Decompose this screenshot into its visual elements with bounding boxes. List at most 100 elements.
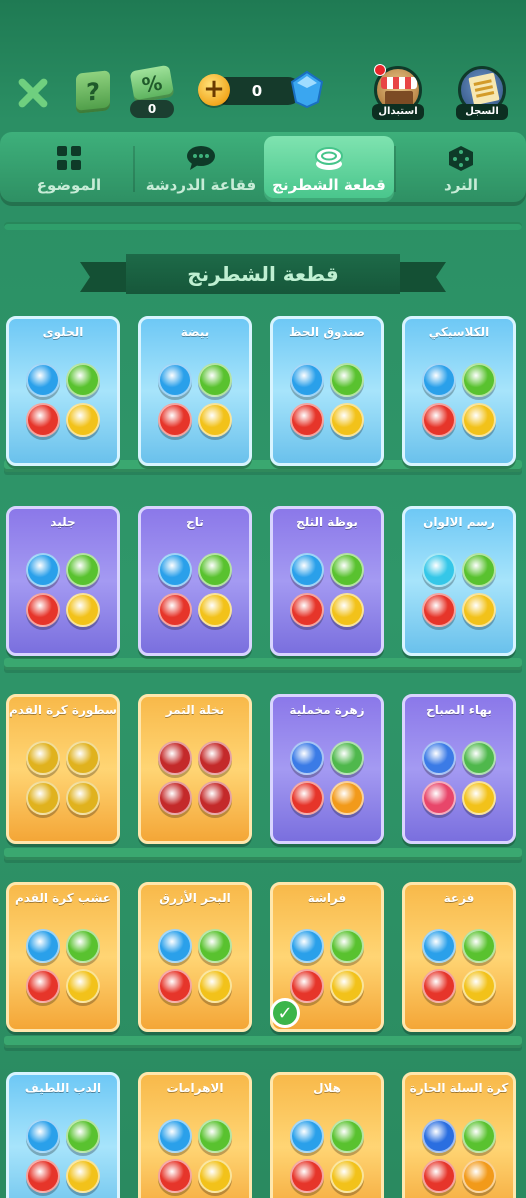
piece-card-chest[interactable]: صندوق الحظ — [270, 316, 384, 466]
piece-preview — [422, 363, 502, 443]
tab-chess-piece[interactable]: قطعة الشطرنج — [264, 136, 394, 202]
chest-piece-icon — [290, 403, 324, 437]
piece-card-paint[interactable]: رسم الالوان — [402, 506, 516, 656]
piece-card-ball[interactable]: عشب كرة القدم — [6, 882, 120, 1032]
piece-preview — [422, 741, 502, 821]
piece-card-flower[interactable]: بهاء الصباح — [402, 694, 516, 844]
discount-button[interactable]: % 0 — [128, 64, 175, 122]
basketball-piece-icon — [422, 1159, 456, 1193]
butterfly-piece-icon — [330, 929, 364, 963]
card-title: تاج — [186, 515, 204, 529]
crescent-piece-icon — [290, 1119, 324, 1153]
help-button[interactable]: ? — [76, 70, 110, 114]
piece-card-trophy[interactable]: أسطورة كرة القدم — [6, 694, 120, 844]
candy-piece-icon — [66, 403, 100, 437]
add-currency-button[interactable]: + — [198, 74, 230, 106]
ball-piece-icon — [66, 929, 100, 963]
piece-card-star[interactable]: البحر الأزرق — [138, 882, 252, 1032]
candy-piece-icon — [26, 363, 60, 397]
piece-card-ring[interactable]: فزعة — [402, 882, 516, 1032]
dice-icon — [446, 144, 476, 172]
rose-piece-icon — [330, 781, 364, 815]
card-title: بوظة الثلج — [296, 515, 358, 529]
butterfly-piece-icon — [290, 929, 324, 963]
piece-card-bear[interactable]: الدب اللطيف — [6, 1072, 120, 1198]
piece-preview — [26, 929, 106, 1009]
basketball-piece-icon — [462, 1119, 496, 1153]
chest-piece-icon — [290, 363, 324, 397]
tab-theme[interactable]: الموضوع — [4, 136, 134, 202]
piece-preview — [26, 741, 106, 821]
card-title: الكلاسيكي — [428, 325, 490, 339]
question-icon: ? — [86, 77, 100, 107]
redeem-store-button[interactable]: استبدال — [372, 64, 424, 120]
date-piece-icon — [158, 781, 192, 815]
card-title: بهاء الصباح — [426, 703, 492, 717]
paint-piece-icon — [462, 553, 496, 587]
piece-preview — [290, 741, 370, 821]
egg-piece-icon — [198, 403, 232, 437]
card-title: زهرة مخملية — [289, 703, 365, 717]
crown-piece-icon — [198, 553, 232, 587]
tab-dice[interactable]: النرد — [396, 136, 526, 202]
classic-piece-icon — [462, 403, 496, 437]
classic-piece-icon — [462, 363, 496, 397]
theme-icon — [54, 144, 84, 172]
classic-piece-icon — [422, 363, 456, 397]
piece-preview — [422, 553, 502, 633]
record-label: السجل — [456, 104, 508, 120]
card-title: الاهرامات — [166, 1081, 224, 1095]
piece-card-crown[interactable]: تاج — [138, 506, 252, 656]
piece-preview — [158, 363, 238, 443]
piece-preview — [290, 363, 370, 443]
piece-preview — [26, 553, 106, 633]
piece-preview — [290, 929, 370, 1009]
card-title: نخلة التمر — [165, 703, 225, 717]
card-title: فزعة — [443, 891, 475, 905]
piece-card-classic[interactable]: الكلاسيكي — [402, 316, 516, 466]
star-piece-icon — [158, 929, 192, 963]
piece-card-snowman[interactable]: جليد — [6, 506, 120, 656]
chess-piece-icon — [314, 144, 344, 172]
tab-chat-bubble[interactable]: فقاعة الدردشة — [136, 136, 266, 202]
record-button[interactable]: السجل — [456, 64, 508, 120]
bear-piece-icon — [26, 1159, 60, 1193]
icecream-piece-icon — [290, 593, 324, 627]
card-title: جليد — [50, 515, 76, 529]
close-icon — [18, 78, 48, 108]
snowman-piece-icon — [26, 593, 60, 627]
ring-piece-icon — [422, 969, 456, 1003]
paint-piece-icon — [422, 553, 456, 587]
rose-piece-icon — [330, 741, 364, 775]
piece-preview — [158, 741, 238, 821]
trophy-piece-icon — [66, 781, 100, 815]
piece-card-basketball[interactable]: كرة السلة الحارة — [402, 1072, 516, 1198]
card-title: كرة السلة الحارة — [409, 1081, 509, 1095]
card-title: البحر الأزرق — [159, 891, 231, 905]
piece-preview — [422, 929, 502, 1009]
section-banner: قطعة الشطرنج — [80, 252, 446, 296]
piece-preview — [158, 1119, 238, 1198]
candy-piece-icon — [26, 403, 60, 437]
flower-piece-icon — [462, 741, 496, 775]
piece-card-egg[interactable]: بيضة — [138, 316, 252, 466]
piece-card-rose[interactable]: زهرة مخملية — [270, 694, 384, 844]
ring-piece-icon — [422, 929, 456, 963]
card-title: عشب كرة القدم — [15, 891, 111, 905]
piece-card-crescent[interactable]: هلال — [270, 1072, 384, 1198]
crown-piece-icon — [158, 593, 192, 627]
piece-card-pyramid[interactable]: الاهرامات — [138, 1072, 252, 1198]
icecream-piece-icon — [290, 553, 324, 587]
piece-card-icecream[interactable]: بوظة الثلج — [270, 506, 384, 656]
snowman-piece-icon — [66, 553, 100, 587]
paint-piece-icon — [422, 593, 456, 627]
egg-piece-icon — [198, 363, 232, 397]
star-piece-icon — [158, 969, 192, 1003]
piece-card-candy[interactable]: الحلوى — [6, 316, 120, 466]
close-button[interactable] — [14, 74, 52, 112]
piece-card-date[interactable]: نخلة التمر — [138, 694, 252, 844]
gem-icon — [290, 70, 324, 108]
pyramid-piece-icon — [198, 1159, 232, 1193]
date-piece-icon — [198, 781, 232, 815]
tab-label: النرد — [444, 176, 478, 194]
